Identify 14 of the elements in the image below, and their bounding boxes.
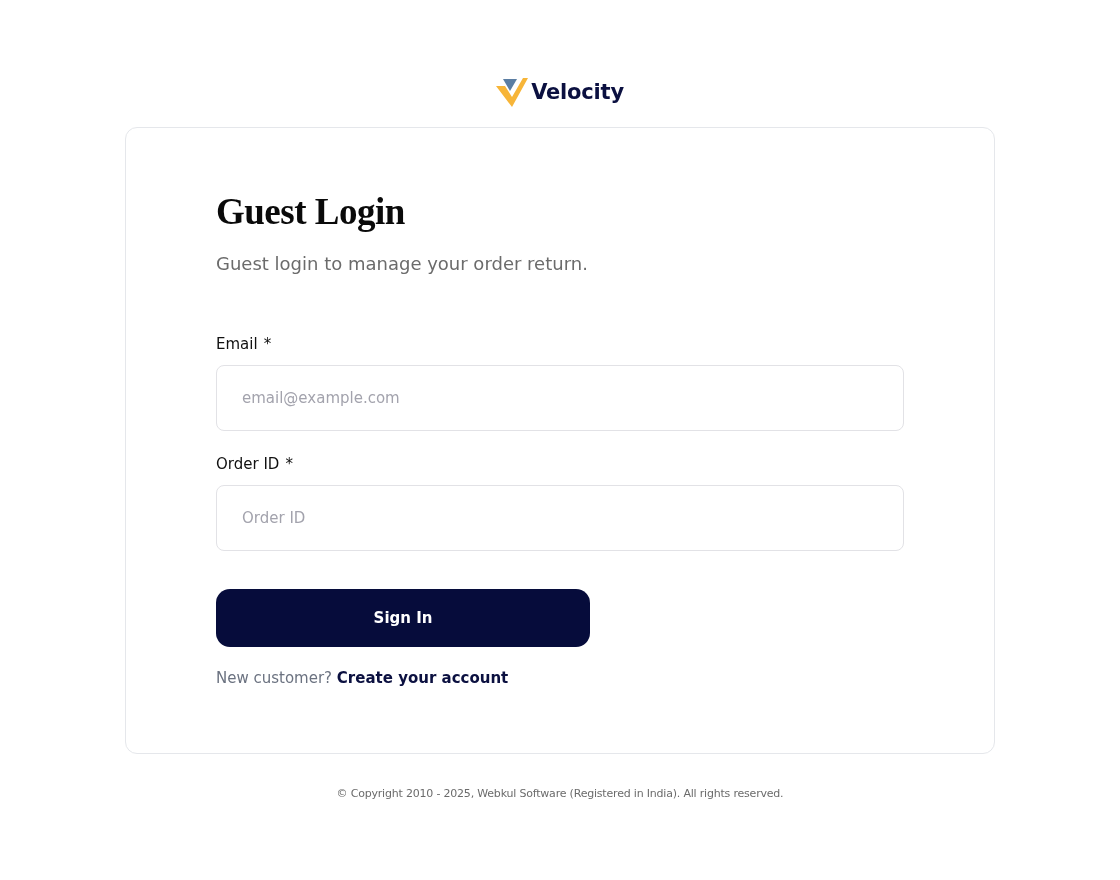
page-subtitle: Guest login to manage your order return. bbox=[216, 252, 589, 276]
field-label: Email bbox=[216, 334, 258, 355]
input-field[interactable]: Order ID bbox=[216, 485, 904, 551]
signup-prompt: New customer? Create your account bbox=[216, 668, 510, 689]
logo-icon bbox=[496, 78, 529, 107]
sign-in-button[interactable]: Sign In bbox=[216, 589, 590, 647]
field-label: Order ID bbox=[216, 454, 280, 475]
page-title: Guest Login bbox=[216, 190, 406, 234]
copyright-text: © Copyright 2010 - 2025, Webkul Software (Registered in India). All rights reserved. bbox=[336, 786, 784, 802]
required-mark: * bbox=[285, 454, 293, 475]
brand-name: Velocity bbox=[531, 82, 624, 103]
create-account-link[interactable]: Create your account bbox=[336, 669, 509, 687]
input-field[interactable]: email@example.com bbox=[216, 365, 904, 431]
required-mark: * bbox=[263, 334, 272, 355]
